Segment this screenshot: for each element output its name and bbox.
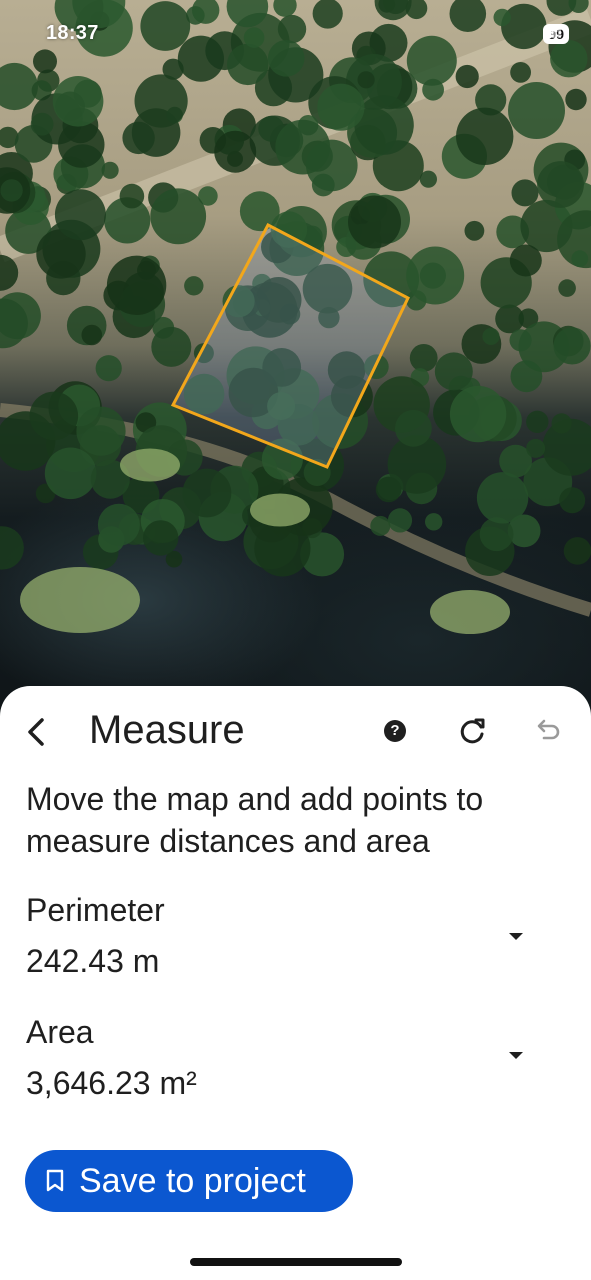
- measure-sheet: Measure ? Move the map and add points to…: [0, 686, 591, 1280]
- page-title: Measure: [89, 708, 245, 752]
- instructions-text: Move the map and add points to measure d…: [26, 781, 484, 859]
- caret-down-icon[interactable]: [505, 1048, 527, 1062]
- area-label: Area: [26, 1014, 94, 1050]
- refresh-icon[interactable]: [458, 716, 488, 746]
- status-time: 18:37: [46, 22, 99, 44]
- caret-down-icon[interactable]: [505, 929, 527, 943]
- status-icons: 99: [543, 24, 569, 44]
- home-indicator[interactable]: [190, 1258, 402, 1266]
- area-value: 3,646.23 m²: [26, 1065, 197, 1101]
- measure-overlay: [170, 222, 410, 469]
- perimeter-value: 242.43 m: [26, 943, 160, 979]
- measured-polygon: [170, 222, 410, 469]
- bookmark-icon: [46, 1169, 64, 1192]
- undo-icon[interactable]: [534, 716, 564, 746]
- perimeter-label: Perimeter: [26, 892, 165, 928]
- sheet-header: Measure ?: [0, 706, 591, 756]
- help-circle-icon[interactable]: ?: [384, 720, 406, 742]
- satellite-map[interactable]: 18:37 99: [0, 0, 591, 720]
- chevron-left-icon[interactable]: [20, 712, 54, 752]
- wifi-icon: [543, 24, 562, 38]
- save-button-label: Save to project: [79, 1161, 306, 1200]
- save-to-project-button[interactable]: Save to project: [25, 1150, 353, 1212]
